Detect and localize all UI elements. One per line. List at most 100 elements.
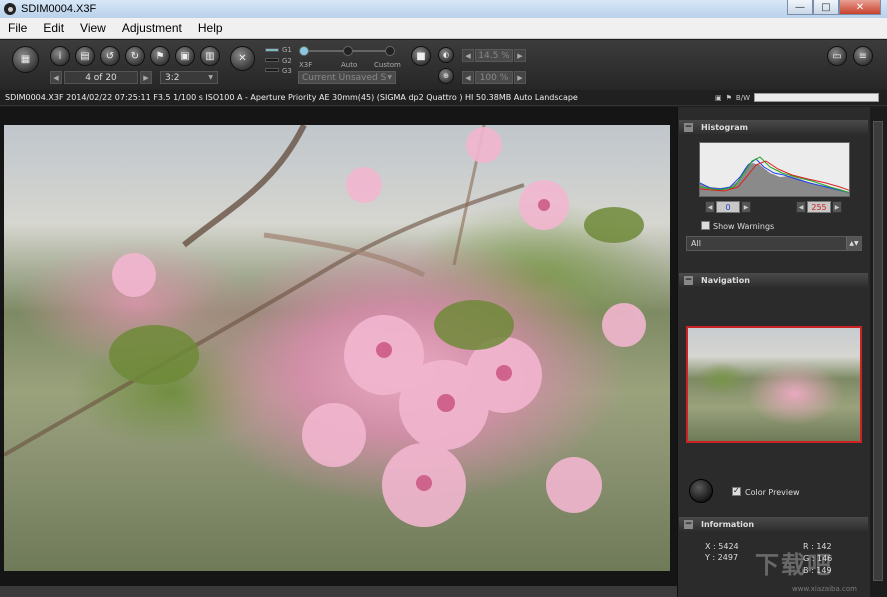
- updown-icon: ▲▼: [846, 237, 861, 250]
- zoom-icon: ⊕: [443, 72, 449, 80]
- aspect-ratio-select[interactable]: 3:2 ▼: [160, 71, 218, 84]
- exposure-icon: ◐: [442, 51, 450, 59]
- information-title: Information: [701, 519, 755, 529]
- panel-vertical-scrollbar[interactable]: [870, 107, 887, 597]
- show-warnings-label: Show Warnings: [713, 222, 775, 231]
- histogram-high-value[interactable]: 255: [807, 201, 831, 213]
- info-button[interactable]: i: [50, 46, 70, 66]
- mode-label-custom: Custom: [374, 61, 401, 69]
- menu-help[interactable]: Help: [190, 21, 231, 35]
- histogram-high-decrease[interactable]: ◀: [796, 201, 806, 213]
- color-preview-label: Color Preview: [745, 488, 800, 497]
- print-icon: ▤: [80, 50, 90, 62]
- g2-label: G2: [282, 57, 292, 65]
- zoom-increase-button[interactable]: ▶: [514, 71, 526, 84]
- histogram-low-decrease[interactable]: ◀: [705, 201, 715, 213]
- zoom-decrease-button[interactable]: ◀: [462, 71, 474, 84]
- title-bar: SDIM0004.X3F — □ ✕: [0, 0, 887, 18]
- watermark-logo: 下载吧: [755, 551, 833, 579]
- stop-button[interactable]: ■: [411, 46, 431, 66]
- menu-file[interactable]: File: [0, 21, 35, 35]
- histogram-high-increase[interactable]: ▶: [832, 201, 842, 213]
- zoom-value: 100 %: [475, 71, 513, 84]
- color-preview-checkbox[interactable]: [732, 486, 741, 496]
- navigation-dial-button[interactable]: [689, 479, 713, 503]
- info-y: Y : 2497: [705, 553, 739, 562]
- window-title: SDIM0004.X3F: [21, 3, 97, 15]
- delete-button[interactable]: ▥: [200, 46, 220, 66]
- watermark-url: www.xiazaiba.com: [792, 585, 857, 593]
- collapse-icon[interactable]: −: [684, 122, 693, 132]
- panel-menu-button[interactable]: ≡: [853, 46, 873, 66]
- zoom-icon-button[interactable]: ⊕: [438, 68, 454, 84]
- collapse-icon[interactable]: −: [684, 519, 693, 529]
- g1-label: G1: [282, 46, 292, 54]
- exposure-increase-button[interactable]: ▶: [514, 49, 526, 62]
- g2-indicator[interactable]: [265, 58, 279, 62]
- chevron-down-icon: ▼: [208, 74, 213, 81]
- close-button[interactable]: ✕: [839, 0, 881, 15]
- lock-icon: ▣: [715, 93, 722, 102]
- bw-label: B/W: [735, 93, 750, 102]
- prev-image-button[interactable]: ◀: [50, 71, 62, 84]
- menu-view[interactable]: View: [72, 21, 114, 35]
- info-icon: i: [58, 50, 62, 62]
- histogram-channel-value: All: [691, 239, 701, 248]
- image-info-text: SDIM0004.X3F 2014/02/22 07:25:11 F3.5 1/…: [5, 93, 578, 102]
- compare-icon: ▭: [832, 50, 842, 62]
- scrollbar-thumb[interactable]: [873, 121, 883, 581]
- histogram-low-value[interactable]: 0: [716, 201, 740, 213]
- navigation-section-header[interactable]: − Navigation: [679, 273, 868, 287]
- mode-slider-custom[interactable]: [385, 46, 395, 56]
- bw-control: ▣ ⚑ B/W: [715, 93, 879, 102]
- maximize-button[interactable]: □: [813, 0, 839, 15]
- information-section-header[interactable]: − Information: [679, 517, 868, 531]
- mode-label-auto: Auto: [341, 61, 358, 69]
- preset-select[interactable]: Current Unsaved S ▼: [298, 71, 396, 84]
- rotate-right-button[interactable]: ↻: [125, 46, 145, 66]
- histogram-channel-select[interactable]: All ▲▼: [686, 236, 862, 251]
- lock-button[interactable]: ▣: [175, 46, 195, 66]
- histogram-section-header[interactable]: − Histogram: [679, 120, 868, 134]
- menu-edit[interactable]: Edit: [35, 21, 72, 35]
- flag-button[interactable]: ⚑: [150, 46, 170, 66]
- grid-icon: ▦: [20, 54, 31, 65]
- next-image-button[interactable]: ▶: [140, 71, 152, 84]
- main-photo[interactable]: [4, 125, 670, 571]
- bw-slider[interactable]: [754, 93, 879, 102]
- preset-value: Current Unsaved S: [302, 72, 387, 83]
- lock-icon: ▣: [180, 50, 190, 62]
- mode-slider-auto[interactable]: [343, 46, 353, 56]
- image-viewer[interactable]: [0, 107, 677, 586]
- chevron-down-icon: ▼: [387, 74, 392, 81]
- compare-view-button[interactable]: ▭: [827, 46, 847, 66]
- list-icon: ≡: [858, 50, 868, 62]
- g1-indicator[interactable]: [265, 48, 279, 52]
- print-button[interactable]: ▤: [75, 46, 95, 66]
- mode-slider-x3f[interactable]: [299, 46, 309, 56]
- histogram-curves: [700, 156, 849, 196]
- stop-icon: ■: [416, 50, 426, 62]
- exposure-decrease-button[interactable]: ◀: [462, 49, 474, 62]
- flag-icon: ⚑: [725, 93, 732, 102]
- rotate-left-button[interactable]: ↺: [100, 46, 120, 66]
- aspect-ratio-value: 3:2: [165, 72, 180, 83]
- show-warnings-checkbox[interactable]: [701, 221, 710, 230]
- menu-bar: File Edit View Adjustment Help: [0, 18, 887, 39]
- trash-icon: ▥: [205, 50, 215, 62]
- minimize-button[interactable]: —: [787, 0, 813, 15]
- g3-indicator[interactable]: [265, 68, 279, 72]
- navigation-title: Navigation: [701, 275, 750, 285]
- navigation-thumbnail[interactable]: [686, 326, 862, 443]
- mode-label-x3f: X3F: [299, 61, 313, 69]
- info-x: X : 5424: [705, 542, 739, 551]
- viewer-horizontal-scrollbar[interactable]: [0, 586, 677, 597]
- flag-icon: ⚑: [155, 50, 165, 62]
- app-icon: [4, 3, 16, 15]
- histogram-low-increase[interactable]: ▶: [741, 201, 751, 213]
- collapse-icon[interactable]: −: [684, 275, 693, 285]
- menu-adjustment[interactable]: Adjustment: [114, 21, 190, 35]
- thumbnail-view-button[interactable]: ▦: [12, 46, 39, 73]
- exposure-icon-button[interactable]: ◐: [438, 47, 454, 63]
- sigma-menu-button[interactable]: ✕: [230, 46, 255, 71]
